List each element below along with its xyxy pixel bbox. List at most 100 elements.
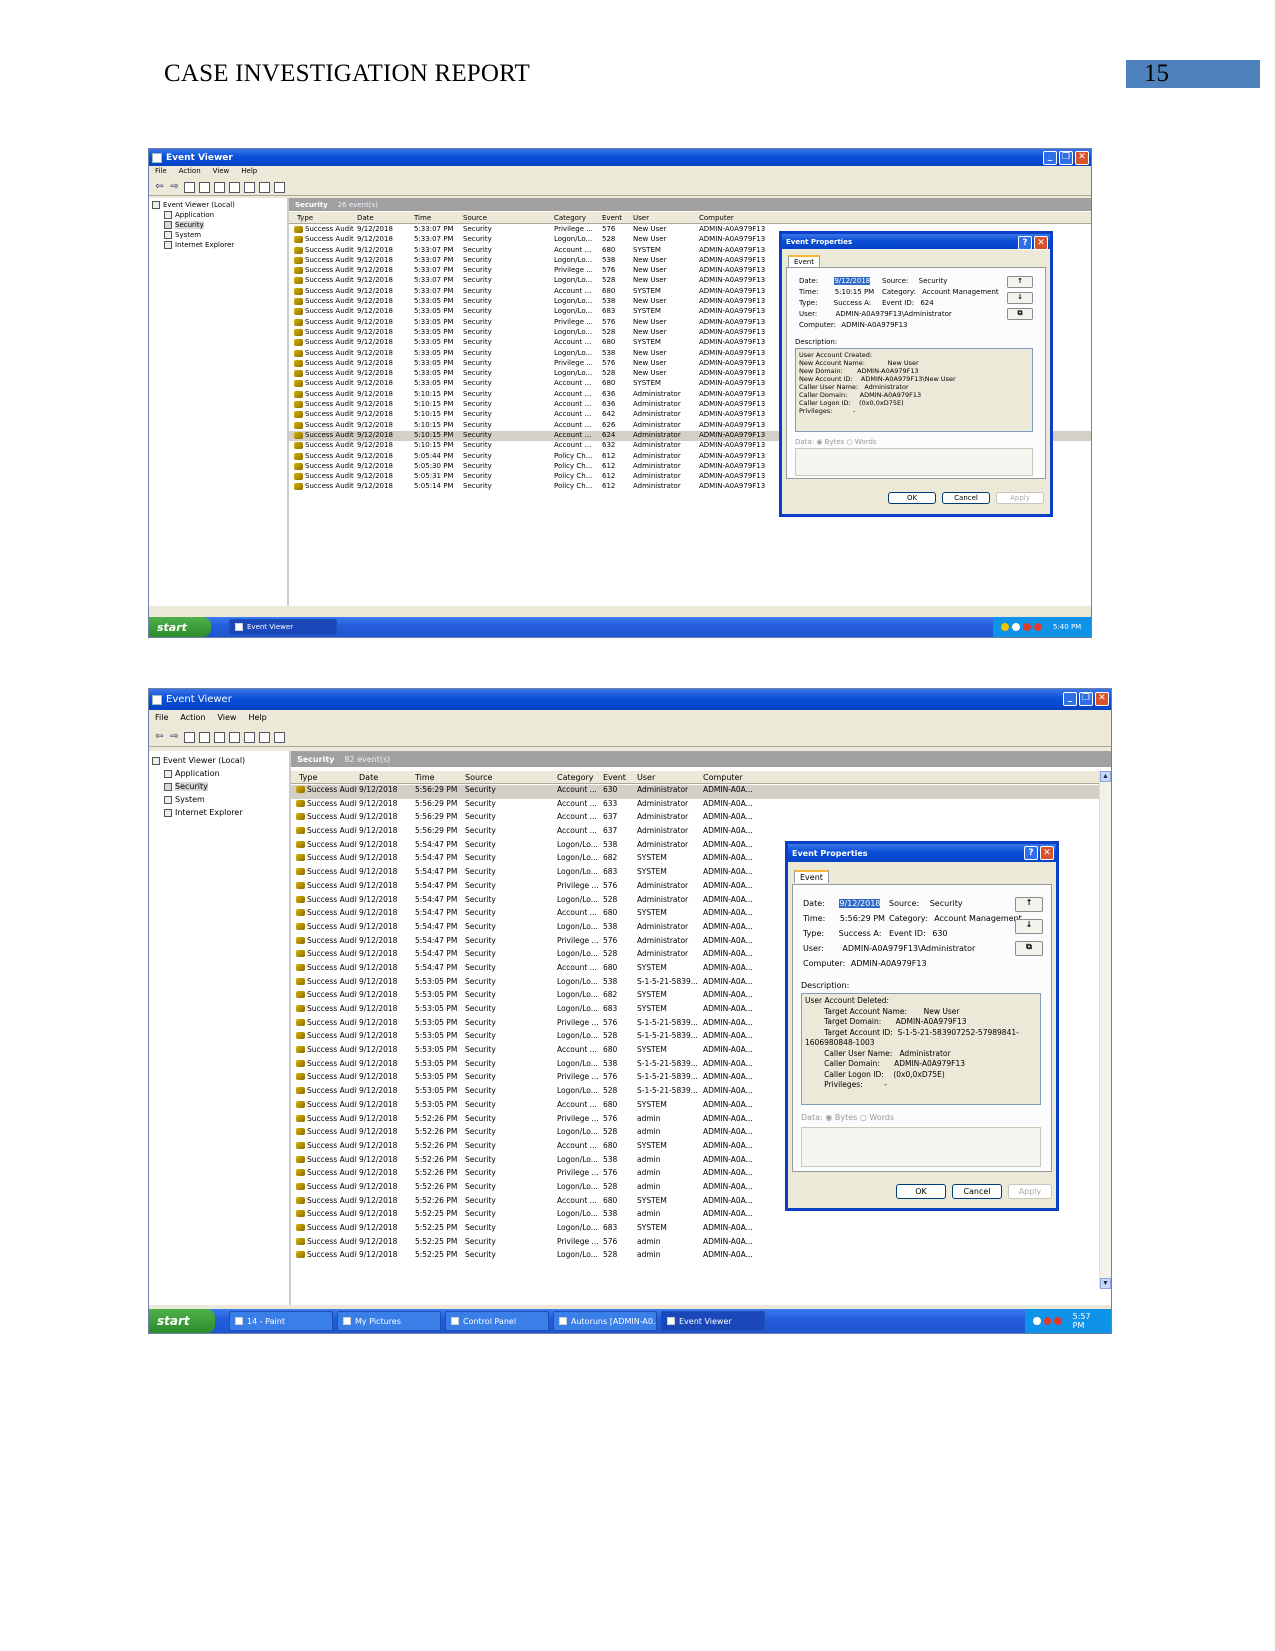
column-time[interactable]: Time [415,773,435,782]
scroll-down-icon[interactable]: ▼ [1100,1278,1111,1289]
column-event[interactable]: Event [602,214,622,222]
column-category[interactable]: Category [557,773,594,782]
minimize-button[interactable]: _ [1063,692,1077,706]
tab-event[interactable]: Event [788,255,821,267]
date-value[interactable]: 9/12/2018 [839,899,881,908]
properties-icon[interactable] [214,182,225,193]
menu-file[interactable]: File [155,713,168,726]
volume-icon[interactable] [1033,1317,1041,1325]
tree-root[interactable]: Event Viewer (Local) [152,200,284,210]
back-arrow-icon[interactable]: ⇦ [154,732,165,743]
taskbar-item-my-pictures[interactable]: My Pictures [337,1311,441,1331]
shield-icon[interactable] [1034,623,1042,631]
maximize-button[interactable]: ❐ [1079,692,1093,706]
tree-item-security[interactable]: Security [152,780,286,793]
tree-root[interactable]: Event Viewer (Local) [152,754,286,767]
close-icon[interactable]: ✕ [1040,846,1054,860]
network-icon[interactable] [1012,623,1020,631]
column-computer[interactable]: Computer [699,214,734,222]
table-row[interactable]: Success Audit 9/12/2018 5:56:29 PM Security… [291,785,1111,799]
ok-button[interactable]: OK [896,1184,946,1199]
refresh-icon[interactable] [244,182,255,193]
tree-item-internet-explorer[interactable]: Internet Explorer [152,806,286,819]
table-row[interactable]: Success Audit 9/12/2018 5:56:29 PM Security… [291,799,1111,813]
maximize-button[interactable]: ❐ [1059,151,1073,165]
cancel-button[interactable]: Cancel [952,1184,1002,1199]
back-arrow-icon[interactable]: ⇦ [154,182,165,193]
start-button[interactable]: start [149,1309,215,1333]
taskbar-item-event-viewer[interactable]: Event Viewer [661,1311,765,1331]
close-icon[interactable]: ✕ [1034,236,1048,250]
properties-icon[interactable] [214,732,225,743]
next-event-button[interactable]: ↓ [1015,919,1043,934]
export-icon[interactable] [229,182,240,193]
help-icon[interactable]: ? [1024,846,1038,860]
next-event-button[interactable]: ↓ [1007,292,1033,304]
copy-button[interactable]: ⧉ [1007,308,1033,320]
description-box[interactable]: User Account Deleted: Target Account Nam… [801,993,1041,1105]
forward-arrow-icon[interactable]: ⇨ [169,732,180,743]
table-row[interactable]: Success Audit 9/12/2018 5:52:25 PM Security… [291,1209,1111,1223]
table-row[interactable]: Success Audit 9/12/2018 5:52:25 PM Security… [291,1237,1111,1251]
column-computer[interactable]: Computer [703,773,743,782]
bytes-radio[interactable]: ◉ Bytes [816,438,844,446]
close-button[interactable]: ✕ [1075,151,1089,165]
table-row[interactable]: Success Audit 9/12/2018 5:52:25 PM Security… [291,1250,1111,1264]
column-date[interactable]: Date [359,773,378,782]
refresh-icon[interactable] [244,732,255,743]
taskbar-item-autoruns[interactable]: Autoruns [ADMIN-A0... [553,1311,657,1331]
menu-view[interactable]: View [217,713,236,726]
start-button[interactable]: start [149,617,211,637]
words-radio[interactable]: ○ Words [860,1113,894,1122]
help-icon[interactable]: ? [1018,236,1032,250]
window-titlebar[interactable]: Event Viewer _ ❐ ✕ [149,689,1111,710]
column-user[interactable]: User [633,214,649,222]
column-type[interactable]: Type [297,214,313,222]
shield-icon[interactable] [1054,1317,1062,1325]
column-date[interactable]: Date [357,214,374,222]
bytes-radio[interactable]: ◉ Bytes [825,1113,857,1122]
help-icon[interactable] [274,732,285,743]
tree-item-application[interactable]: Application [152,767,286,780]
tree-item-application[interactable]: Application [152,210,284,220]
show-tree-icon[interactable] [199,732,210,743]
show-tree-icon[interactable] [199,182,210,193]
export-icon[interactable] [229,732,240,743]
window-titlebar[interactable]: Event Viewer _ ❐ ✕ [149,149,1091,166]
menu-file[interactable]: File [155,167,167,179]
vertical-scrollbar[interactable]: ▲ ▼ [1099,771,1111,1289]
menu-action[interactable]: Action [179,167,201,179]
cancel-button[interactable]: Cancel [942,492,990,504]
forward-arrow-icon[interactable]: ⇨ [169,182,180,193]
column-event[interactable]: Event [603,773,626,782]
data-box[interactable] [795,448,1033,476]
tree-item-system[interactable]: System [152,793,286,806]
dialog-titlebar[interactable]: Event Properties ? ✕ [782,234,1050,250]
antivirus-icon[interactable] [1043,1317,1052,1325]
dialog-titlebar[interactable]: Event Properties ? ✕ [788,844,1056,862]
help-icon[interactable] [274,182,285,193]
menu-view[interactable]: View [213,167,230,179]
tab-event[interactable]: Event [794,870,829,883]
up-folder-icon[interactable] [184,732,195,743]
column-time[interactable]: Time [414,214,431,222]
column-type[interactable]: Type [299,773,317,782]
taskbar-item-event-viewer[interactable]: Event Viewer [229,619,337,635]
close-button[interactable]: ✕ [1095,692,1109,706]
column-source[interactable]: Source [465,773,492,782]
previous-event-button[interactable]: ↑ [1007,276,1033,288]
ok-button[interactable]: OK [888,492,936,504]
apply-button[interactable]: Apply [1008,1184,1052,1199]
tree-item-internet-explorer[interactable]: Internet Explorer [152,240,284,250]
apply-button[interactable]: Apply [996,492,1044,504]
antivirus-icon[interactable] [1023,623,1031,631]
previous-event-button[interactable]: ↑ [1015,897,1043,912]
menu-action[interactable]: Action [180,713,205,726]
menu-help[interactable]: Help [248,713,266,726]
table-row[interactable]: Success Audit 9/12/2018 5:56:29 PM Security… [291,826,1111,840]
tree-item-system[interactable]: System [152,230,284,240]
scroll-up-icon[interactable]: ▲ [1100,771,1111,782]
words-radio[interactable]: ○ Words [847,438,877,446]
menu-help[interactable]: Help [241,167,257,179]
tree-item-security[interactable]: Security [152,220,284,230]
